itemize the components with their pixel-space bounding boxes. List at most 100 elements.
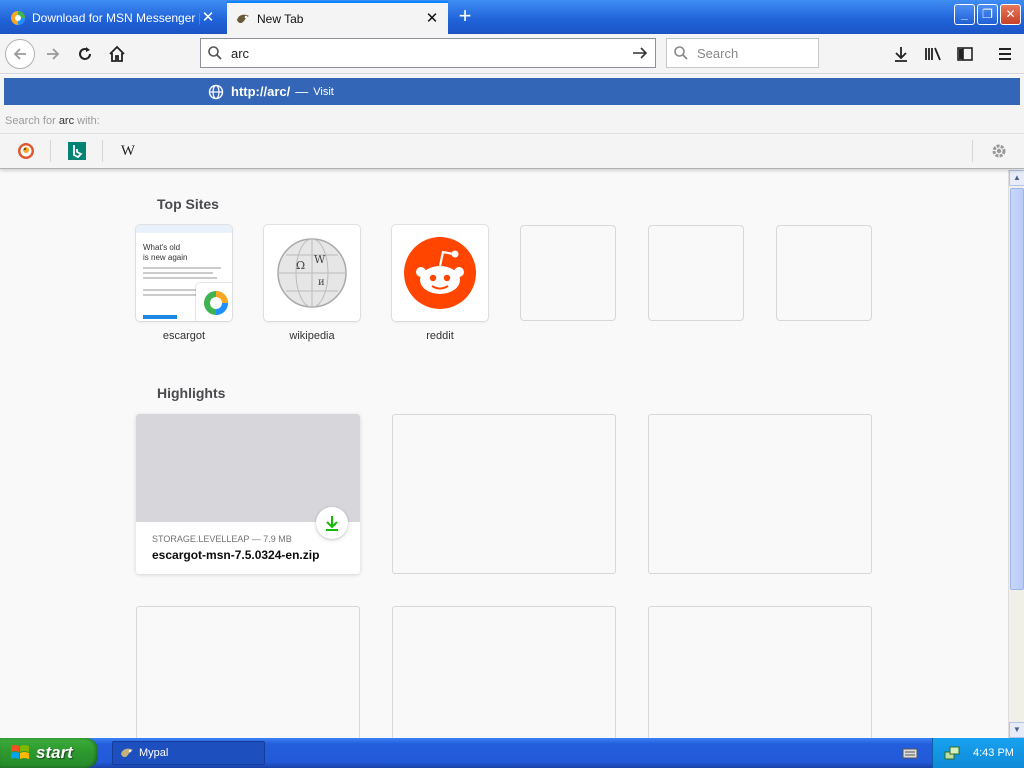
reload-icon: [79, 47, 91, 60]
top-site-escargot[interactable]: What's old is new again escargot: [136, 225, 232, 342]
engine-separator: [50, 140, 51, 162]
download-icon: [895, 47, 907, 62]
scroll-up-arrow-icon[interactable]: ▲: [1009, 170, 1024, 186]
reddit-logo-icon: [404, 237, 476, 309]
bing-icon: [68, 142, 86, 160]
escargot-favicon-icon: [11, 10, 25, 25]
close-button[interactable]: ✕: [1000, 4, 1021, 25]
highlight-empty: [648, 606, 872, 738]
forward-button[interactable]: [38, 39, 68, 69]
go-arrow-icon[interactable]: [631, 45, 649, 61]
search-icon: [208, 46, 222, 60]
back-button[interactable]: [5, 39, 35, 69]
search-input[interactable]: Search: [697, 46, 738, 61]
downloads-button[interactable]: [886, 39, 916, 69]
preview-text-line: [143, 272, 213, 274]
escargot-logo-icon: [204, 291, 228, 315]
preview-text-line: [143, 277, 217, 279]
title-bar: Download for MSN Messenger | Escargot ✕ …: [0, 0, 1024, 34]
taskbar-button-label: Mypal: [139, 747, 169, 759]
highlight-card-download[interactable]: STORAGE.LEVELLEAP — 7.9 MB escargot-msn-…: [136, 414, 360, 574]
duckduckgo-icon: [18, 143, 34, 159]
svg-text:Ω: Ω: [296, 259, 305, 272]
autocomplete-url: http://arc/: [231, 84, 291, 99]
reload-button[interactable]: [70, 39, 100, 69]
scrollbar-thumb[interactable]: [1010, 188, 1024, 590]
site-tile[interactable]: [392, 225, 488, 321]
hamburger-menu-icon: [999, 48, 1011, 60]
highlights-title: Highlights: [157, 385, 226, 401]
top-site-reddit[interactable]: reddit: [392, 225, 488, 342]
keyboard-tray-icon[interactable]: [902, 745, 918, 761]
site-tile[interactable]: [776, 225, 872, 321]
tab-title: Download for MSN Messenger | Escargot: [32, 10, 200, 25]
search-settings-button[interactable]: [988, 140, 1010, 162]
highlight-empty: [392, 606, 616, 738]
download-icon: [326, 516, 338, 531]
maximize-button[interactable]: ❐: [977, 4, 998, 25]
tab-close-icon[interactable]: ✕: [200, 9, 216, 26]
top-site-empty[interactable]: [776, 225, 872, 321]
sidebar-button[interactable]: [950, 39, 980, 69]
wikipedia-globe-icon: Ω W и: [277, 238, 347, 308]
search-bar[interactable]: Search: [666, 38, 819, 68]
wikipedia-icon: W: [120, 142, 136, 159]
clock[interactable]: 4:43 PM: [973, 747, 1014, 759]
site-label: escargot: [162, 330, 206, 342]
autocomplete-visit-row[interactable]: http://arc/ — Visit: [4, 78, 1020, 105]
engine-separator: [102, 140, 103, 162]
globe-icon: [208, 84, 224, 99]
navigation-toolbar: arc Search: [0, 34, 1024, 74]
top-site-wikipedia[interactable]: Ω W и wikipedia: [264, 225, 360, 342]
library-icon: [925, 47, 941, 61]
site-tile[interactable]: [520, 225, 616, 321]
tab-escargot[interactable]: Download for MSN Messenger | Escargot ✕: [2, 2, 224, 33]
preview-button: [143, 315, 177, 319]
highlight-filename: escargot-msn-7.5.0324-en.zip: [152, 548, 320, 562]
minimize-button[interactable]: _: [954, 4, 975, 25]
windows-taskbar: start Mypal 4:43 PM: [0, 738, 1024, 768]
site-tile[interactable]: [648, 225, 744, 321]
scroll-down-arrow-icon[interactable]: ▼: [1009, 722, 1024, 738]
top-site-empty[interactable]: [648, 225, 744, 321]
highlight-empty: [136, 606, 360, 738]
url-bar[interactable]: arc: [200, 38, 656, 68]
sidebar-icon: [957, 47, 973, 61]
tab-close-icon[interactable]: ✕: [424, 10, 440, 27]
tab-title: New Tab: [257, 11, 304, 26]
svg-text:W: W: [314, 253, 326, 266]
site-tile[interactable]: Ω W и: [264, 225, 360, 321]
wikipedia-engine-button[interactable]: W: [117, 140, 139, 162]
site-icon-badge: [196, 283, 232, 321]
autocomplete-action: Visit: [313, 85, 334, 98]
vertical-scrollbar[interactable]: ▲ ▼: [1008, 170, 1024, 738]
autocomplete-separator: —: [295, 84, 309, 99]
start-button[interactable]: start: [0, 738, 98, 768]
back-arrow-icon: [13, 48, 26, 60]
menu-button[interactable]: [990, 39, 1020, 69]
url-input[interactable]: arc: [231, 46, 631, 61]
preview-text-line: [143, 267, 221, 269]
top-site-empty[interactable]: [520, 225, 616, 321]
library-button[interactable]: [918, 39, 948, 69]
mypal-app-icon: [121, 748, 133, 758]
highlight-empty: [392, 414, 616, 574]
network-tray-icon[interactable]: [943, 744, 961, 762]
preview-heading: What's old is new again: [143, 243, 188, 262]
home-button[interactable]: [102, 39, 132, 69]
highlight-empty: [648, 414, 872, 574]
system-tray: 4:43 PM: [932, 738, 1024, 768]
preview-header-bar: [136, 225, 232, 233]
search-for-label: Search for arc with:: [5, 115, 100, 127]
preview-text-line: [143, 289, 203, 291]
top-sites-title: Top Sites: [157, 196, 219, 212]
new-tab-plus-icon[interactable]: +: [453, 5, 477, 29]
highlight-preview: [136, 414, 360, 522]
windows-logo-icon: [11, 745, 29, 759]
duckduckgo-engine-button[interactable]: [15, 140, 37, 162]
bing-engine-button[interactable]: [66, 140, 88, 162]
engine-separator: [972, 140, 973, 162]
taskbar-button-mypal[interactable]: Mypal: [112, 741, 265, 765]
tab-new-tab[interactable]: New Tab ✕: [227, 1, 448, 34]
site-tile[interactable]: What's old is new again: [136, 225, 232, 321]
